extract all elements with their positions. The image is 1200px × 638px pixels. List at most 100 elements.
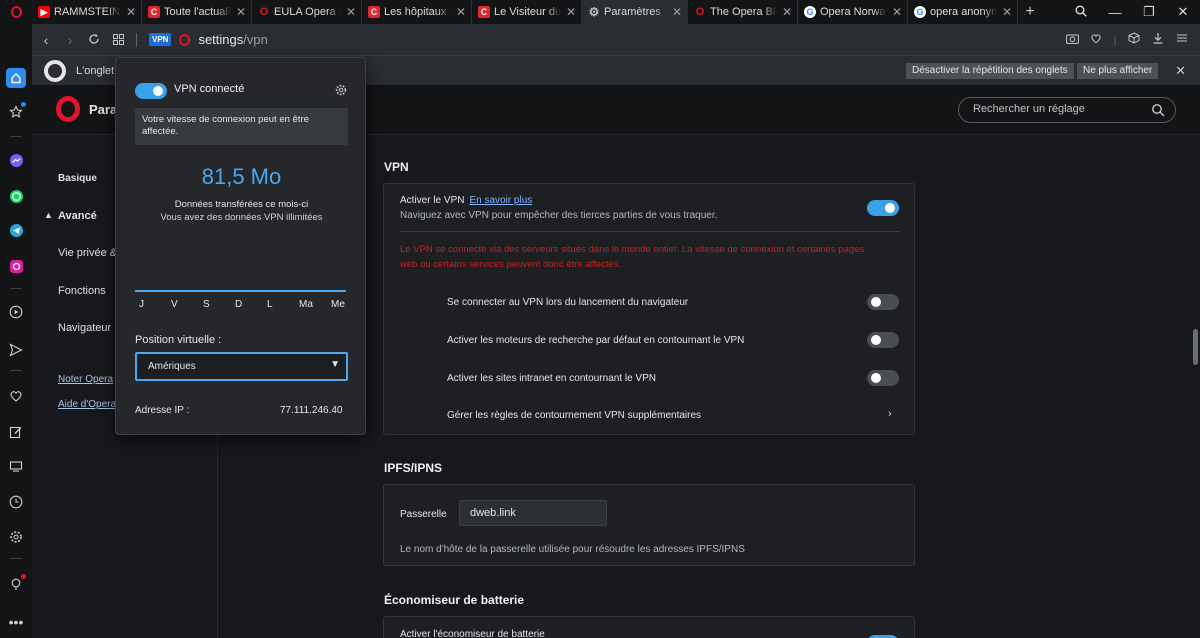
url-field[interactable]: settings/vpn [198,32,267,47]
tab-close-icon[interactable]: ✕ [671,5,683,19]
nav-avance[interactable]: Avancé [58,210,97,222]
tab-close-icon[interactable]: ✕ [891,5,903,19]
vpn-speed-notice: Votre vitesse de connexion peut en être … [135,108,348,145]
reload-button[interactable] [82,32,106,48]
virtual-position-label: Position virtuelle : [135,334,222,346]
search-input[interactable] [973,103,1143,115]
tab-title: Les hôpitaux du [384,6,451,18]
opera-logo-icon [56,96,80,125]
instagram-icon[interactable] [6,256,26,276]
heart-icon[interactable] [6,386,26,406]
minimize-button[interactable]: — [1098,5,1132,20]
opt-startup-toggle[interactable] [867,294,899,310]
tab-6[interactable]: O The Opera Blog ✕ [688,0,798,24]
search-tabs-icon[interactable] [1064,5,1098,20]
speed-dial-star-icon[interactable] [6,102,26,122]
day-label: D [235,299,243,310]
tab-title: Paramètres [604,6,661,18]
opt-search-toggle[interactable] [867,332,899,348]
send-icon[interactable] [6,340,26,360]
opt-rules-label[interactable]: Gérer les règles de contournement VPN su… [447,410,701,421]
opt-intranet-toggle[interactable] [867,370,899,386]
close-window-button[interactable]: ✕ [1166,4,1200,20]
data-transferred-value: 81,5 Mo [201,164,282,189]
virtual-position-select[interactable]: Amériques ▼ [135,352,348,381]
gateway-help: Le nom d'hôte de la passerelle utilisée … [400,544,745,555]
tab-0[interactable]: ▶ RAMMSTEIN ✕ [32,0,142,24]
tab-5[interactable]: ⚙ Paramètres ✕ [582,0,688,24]
opera-icon: O [695,6,705,18]
maximize-button[interactable]: ❐ [1132,4,1166,20]
tabs-icon[interactable] [6,456,26,476]
more-icon[interactable]: ••• [6,612,26,632]
vpn-settings-gear-icon[interactable] [335,84,347,96]
vpn-popup-toggle[interactable] [135,83,167,99]
download-icon[interactable] [1146,32,1170,47]
battery-card: Activer l'économiseur de batterie [383,616,915,638]
camera-icon[interactable] [1060,33,1084,47]
settings-gear-icon[interactable] [6,527,26,547]
disable-tab-repeat-button[interactable]: Désactiver la répétition des onglets [906,63,1074,79]
vpn-warning: Le VPN se connecte via des serveurs situ… [400,244,865,270]
tab-8[interactable]: Gopera anonymat ✕ [908,0,1018,24]
dropdown-arrow-icon: ▼ [330,359,340,370]
forward-button[interactable]: › [58,32,82,48]
tab-close-icon[interactable]: ✕ [781,5,793,19]
new-tab-button[interactable]: + [1018,3,1042,21]
gateway-label: Passerelle [400,509,447,520]
never-show-button[interactable]: Ne plus afficher [1077,63,1159,79]
address-bar-tools: | [1060,24,1194,55]
scrollbar[interactable] [1193,329,1198,365]
tab-7[interactable]: G Opera Norway A ✕ [798,0,908,24]
tab-close-icon[interactable]: ✕ [455,5,467,19]
info-bar-close-icon[interactable]: ✕ [1175,63,1186,79]
usage-chart-line [135,290,346,292]
tab-2[interactable]: O EULA Opera for ✕ [252,0,362,24]
vpn-badge-button[interactable]: VPN [149,33,172,46]
tab-title: EULA Opera for [274,6,341,18]
nav-aide-opera-link[interactable]: Aide d'Opera [58,399,116,410]
chevron-right-icon[interactable]: › [888,408,892,420]
gateway-input[interactable] [459,500,607,526]
settings-search[interactable] [958,97,1176,123]
tab-close-icon[interactable]: ✕ [1001,5,1013,19]
opt-search-label: Activer les moteurs de recherche par déf… [447,335,745,346]
learn-more-link[interactable]: En savoir plus [469,195,532,206]
tab-close-icon[interactable]: ✕ [125,5,137,19]
page-title: Para [89,102,118,117]
sidebar: ••• [0,24,32,638]
vpn-enable-toggle[interactable] [867,200,899,216]
vpn-enable-label: Activer le VPN En savoir plus [400,195,533,206]
opt-intranet-label: Activer les sites intranet en contournan… [447,373,656,384]
tab-3[interactable]: C Les hôpitaux du ✕ [362,0,472,24]
edit-icon[interactable] [6,422,26,442]
tab-1[interactable]: C Toute l'actualité ✕ [142,0,252,24]
tab-4[interactable]: C Le Visiteur du Fu ✕ [472,0,582,24]
day-label: Me [331,299,345,310]
extensions-cube-icon[interactable] [1122,32,1146,47]
messenger-icon[interactable] [6,150,26,170]
tab-close-icon[interactable]: ✕ [235,5,247,19]
nav-vie-privee[interactable]: Vie privée & [58,247,117,259]
nav-basique[interactable]: Basique [58,173,97,184]
nav-navigateur[interactable]: Navigateur [58,322,111,334]
tab-close-icon[interactable]: ✕ [345,5,357,19]
player-icon[interactable] [6,302,26,322]
tab-close-icon[interactable]: ✕ [565,5,577,19]
home-icon[interactable] [6,68,26,88]
c-icon: C [148,6,160,18]
lightbulb-icon[interactable] [6,574,26,594]
history-icon[interactable] [6,492,26,512]
telegram-icon[interactable] [6,220,26,240]
collapse-arrow-icon[interactable]: ▲ [44,210,53,220]
opera-menu-button[interactable] [0,0,32,24]
whatsapp-icon[interactable] [6,186,26,206]
nav-fonctions[interactable]: Fonctions [58,285,106,297]
vpn-card: Activer le VPN En savoir plus Naviguez av… [383,183,915,435]
tab-title: Le Visiteur du Fu [494,6,561,18]
easy-setup-icon[interactable] [1170,32,1194,47]
tab-grid-icon[interactable] [106,32,130,48]
bookmark-heart-icon[interactable] [1084,33,1108,47]
nav-noter-opera-link[interactable]: Noter Opera [58,374,113,385]
back-button[interactable]: ‹ [34,32,58,48]
